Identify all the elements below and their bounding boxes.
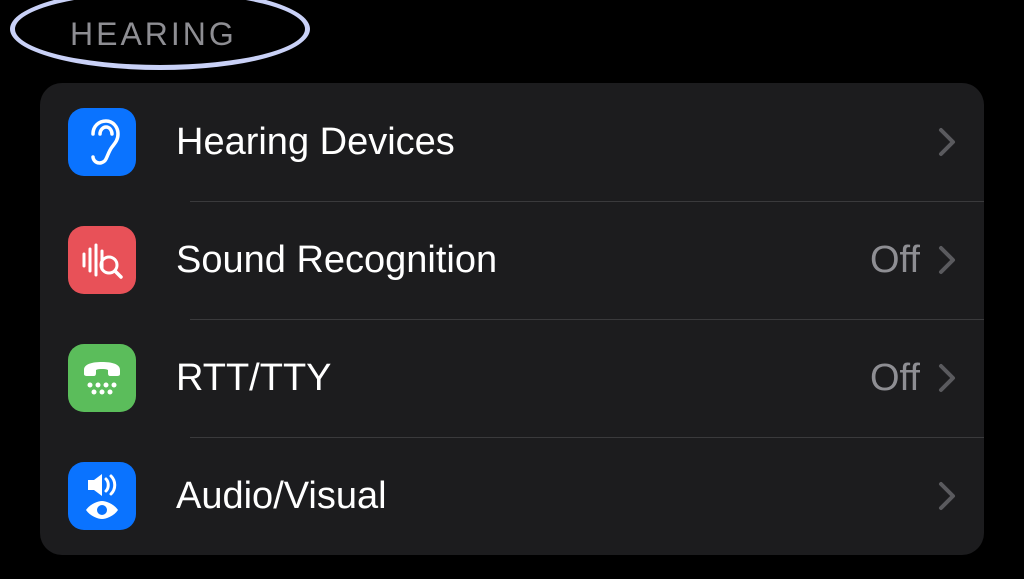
- speaker-eye-icon: [68, 462, 136, 530]
- row-rtt-tty[interactable]: RTT/TTY Off: [40, 319, 984, 437]
- chevron-right-icon: [938, 481, 956, 511]
- chevron-right-icon: [938, 245, 956, 275]
- row-label: RTT/TTY: [176, 357, 870, 400]
- row-label: Sound Recognition: [176, 239, 870, 282]
- row-value: Off: [870, 239, 920, 282]
- chevron-right-icon: [938, 363, 956, 393]
- section-header-label: HEARING: [70, 16, 237, 52]
- chevron-right-icon: [938, 127, 956, 157]
- section-header: HEARING: [0, 0, 1024, 67]
- tty-icon: [68, 344, 136, 412]
- row-hearing-devices[interactable]: Hearing Devices: [40, 83, 984, 201]
- row-value: Off: [870, 357, 920, 400]
- ear-icon: [68, 108, 136, 176]
- row-label: Hearing Devices: [176, 121, 938, 164]
- sound-search-icon: [68, 226, 136, 294]
- settings-panel: Hearing Devices Sound Recognition Off: [40, 83, 984, 555]
- row-audio-visual[interactable]: Audio/Visual: [40, 437, 984, 555]
- row-label: Audio/Visual: [176, 475, 938, 518]
- row-sound-recognition[interactable]: Sound Recognition Off: [40, 201, 984, 319]
